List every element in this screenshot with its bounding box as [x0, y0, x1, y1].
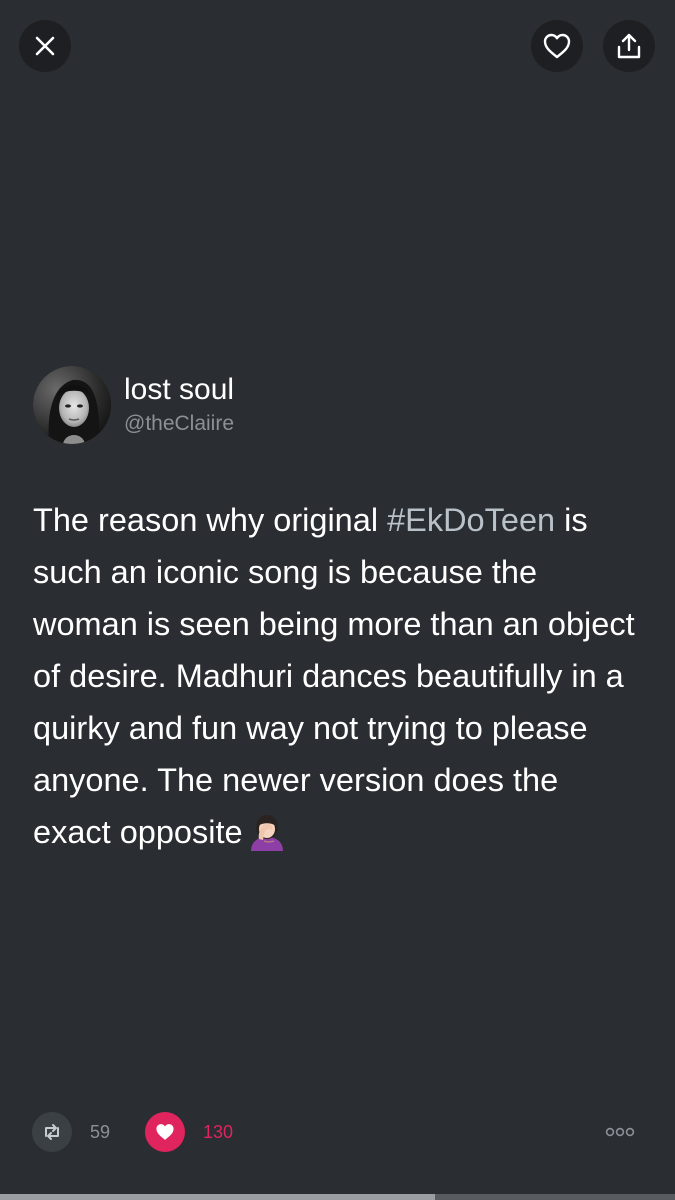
hashtag-link[interactable]: #EkDoTeen [387, 502, 555, 538]
author-handle[interactable]: @theClaiire [124, 410, 234, 438]
like-button[interactable]: 130 [145, 1112, 233, 1152]
close-button[interactable] [19, 20, 71, 72]
retweet-icon [45, 1124, 59, 1140]
more-options-button[interactable] [604, 1122, 636, 1142]
avatar-photo [33, 366, 111, 444]
retweet-button[interactable]: 59 [32, 1112, 110, 1152]
retweet-count: 59 [90, 1121, 111, 1142]
woman-facepalming-emoji [250, 815, 283, 851]
like-button-top[interactable] [531, 20, 583, 72]
tweet-actions: 59 130 [32, 1112, 642, 1154]
heart-filled-icon [156, 1124, 174, 1140]
scroll-thumb[interactable] [0, 1194, 435, 1200]
tweet-text-part: The reason why original [33, 502, 388, 538]
heart-outline-icon [543, 33, 571, 59]
author-display-name[interactable]: lost soul [124, 372, 234, 408]
more-icon [605, 1127, 635, 1137]
retweet-icon-container[interactable] [32, 1112, 72, 1152]
close-icon [35, 36, 55, 56]
avatar[interactable] [33, 366, 111, 444]
share-icon [617, 33, 641, 59]
tweet-text: The reason why original #EkDoTeen is suc… [33, 494, 643, 858]
tweet-author[interactable]: lost soul @theClaiire [33, 366, 234, 444]
like-icon-container[interactable] [145, 1112, 185, 1152]
share-button[interactable] [603, 20, 655, 72]
like-count: 130 [203, 1121, 234, 1142]
tweet-text-part: is such an iconic song is because the wo… [33, 502, 635, 850]
